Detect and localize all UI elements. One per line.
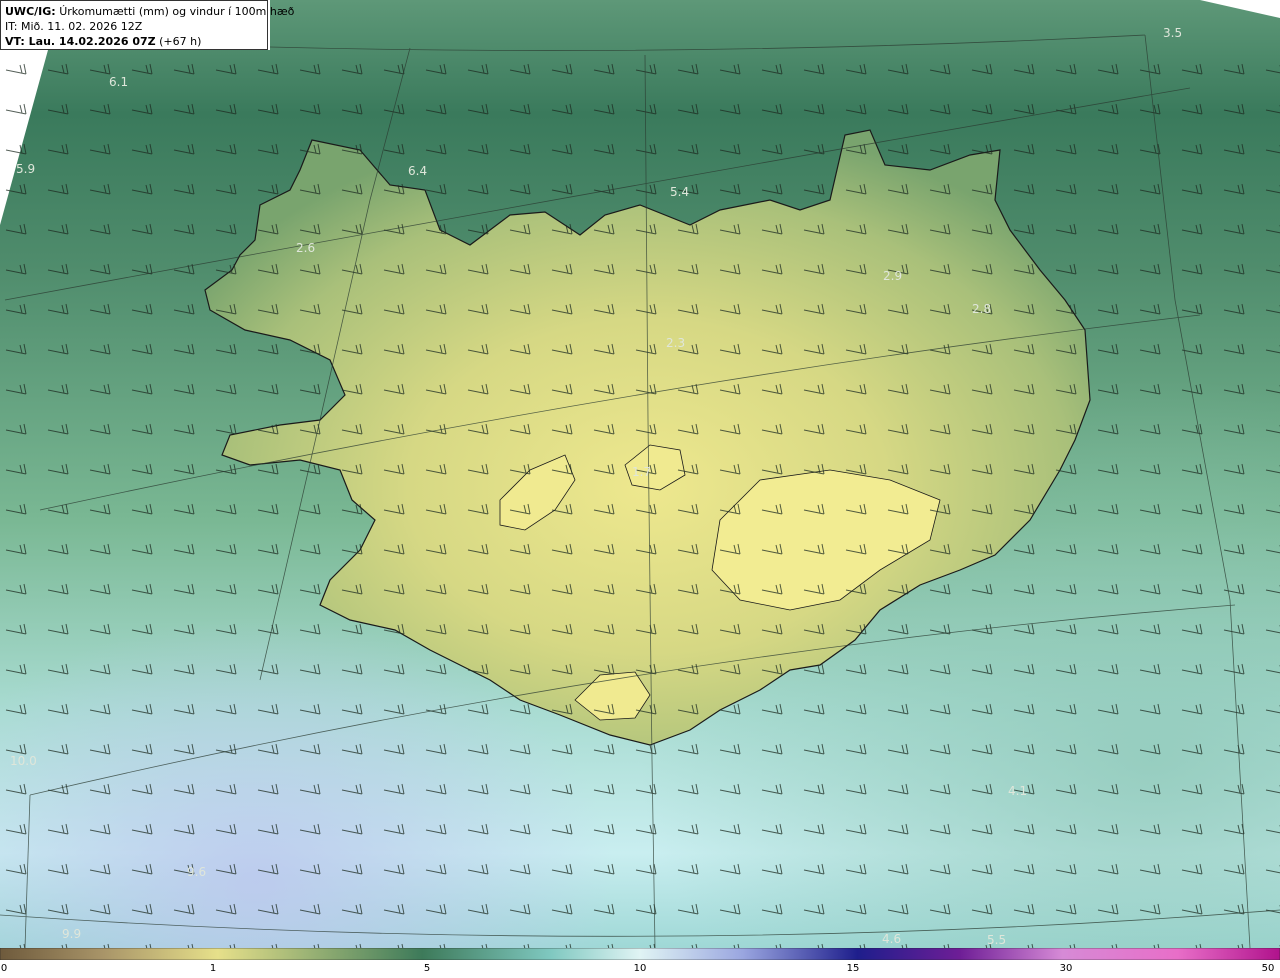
colorbar-tick: 50	[1261, 963, 1275, 974]
valid-time-row: VT: Lau. 14.02.2026 07Z (+67 h)	[5, 34, 263, 49]
precipitation-wind-map: 3.5 6.1 5.9 6.4 5.4 2.6 2.9 2.8 2.3 1.7 …	[0, 0, 1280, 948]
map-label: 2.9	[883, 269, 902, 283]
map-label: 2.6	[296, 241, 315, 255]
map-label: 10.0	[10, 754, 37, 768]
colorbar-tick: 30	[1059, 963, 1073, 974]
colorbar	[0, 948, 1280, 960]
map-label: 2.3	[666, 336, 685, 350]
map-label: 6.1	[109, 75, 128, 89]
colorbar-tick: 10	[633, 963, 647, 974]
colorbar-ticks: 0 1 5 10 15 30 50	[0, 960, 1280, 978]
map-label: 4.6	[882, 932, 901, 946]
map-label: 6.4	[408, 164, 427, 178]
map-label: 9.9	[62, 927, 81, 941]
map-title: Úrkomumætti (mm) og vindur í 100m hæð	[59, 5, 295, 18]
colorbar-tick: 1	[209, 963, 217, 974]
map-label: 2.8	[972, 302, 991, 316]
map-label: 3.5	[1163, 26, 1182, 40]
model-name: UWC/IG:	[5, 5, 56, 18]
valid-time: VT: Lau. 14.02.2026 07Z	[5, 35, 156, 48]
map-info-box: UWC/IG: Úrkomumætti (mm) og vindur í 100…	[0, 0, 294, 50]
map-label: 1.7	[632, 465, 651, 479]
map-label: 9.6	[187, 865, 206, 879]
map-label: 5.4	[670, 185, 689, 199]
issue-time: IT: Mið. 11. 02. 2026 12Z	[5, 20, 143, 33]
map-label: 4.1	[1008, 784, 1027, 798]
colorbar-tick: 15	[846, 963, 860, 974]
colorbar-tick: 5	[423, 963, 431, 974]
colorbar-tick: 0	[0, 963, 8, 974]
map-label: 5.9	[16, 162, 35, 176]
map-title-row: UWC/IG: Úrkomumætti (mm) og vindur í 100…	[5, 4, 294, 19]
map-label: 5.5	[987, 933, 1006, 947]
forecast-lead: (+67 h)	[159, 35, 202, 48]
